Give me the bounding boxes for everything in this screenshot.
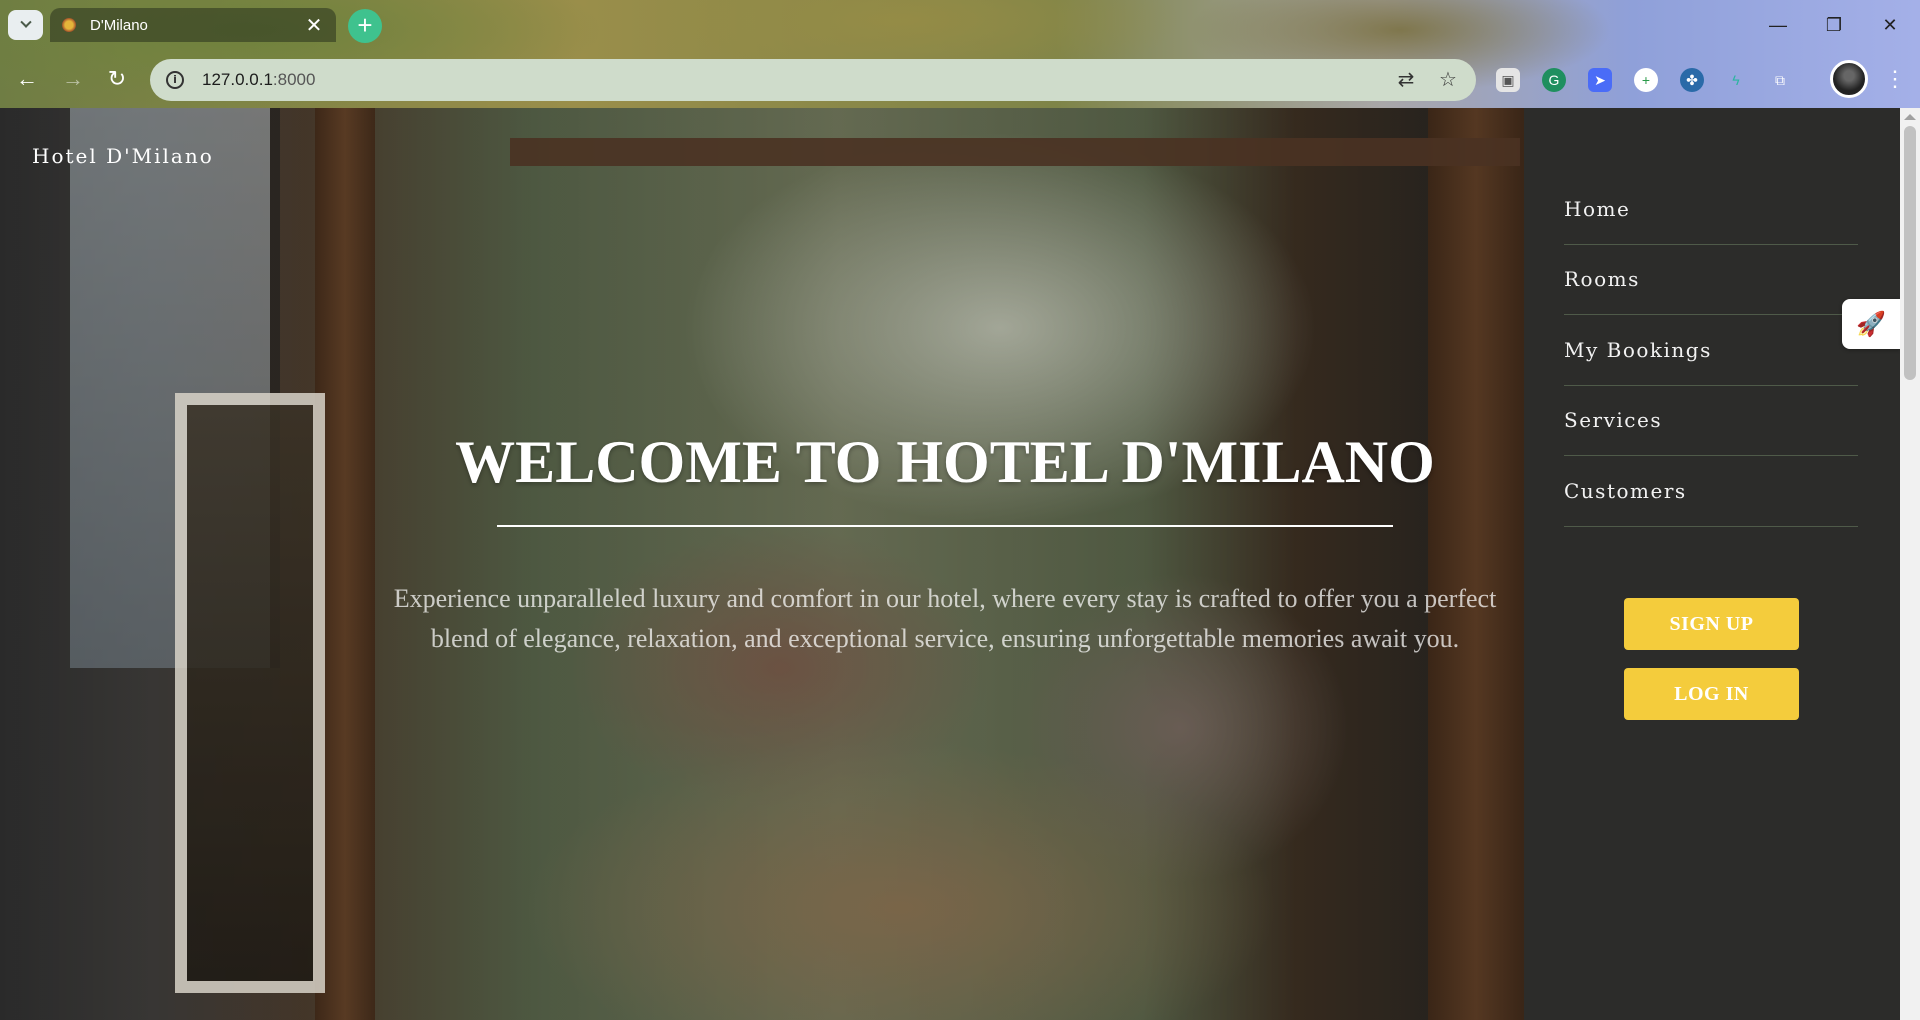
close-icon[interactable]: ✕ <box>304 13 324 38</box>
tab-title: D'Milano <box>90 16 148 34</box>
extension-puzzle-icon[interactable]: ▣ <box>1496 68 1520 92</box>
scroll-up-icon[interactable] <box>1904 114 1916 120</box>
nav-item-home[interactable]: Home <box>1564 174 1858 245</box>
reload-button[interactable]: ↻ <box>102 64 132 94</box>
back-button[interactable]: ← <box>12 64 42 94</box>
hero-content: WELCOME TO HOTEL D'MILANO Experience unp… <box>370 428 1520 659</box>
favicon-icon <box>62 18 76 32</box>
url-port: :8000 <box>272 70 316 89</box>
url-host: 127.0.0.1 <box>202 70 273 89</box>
forward-button[interactable]: → <box>58 64 88 94</box>
page-scrollbar[interactable] <box>1900 108 1920 1020</box>
browser-chrome: D'Milano ✕ + — ❐ ✕ ← → ↻ i 127.0.0.1:800… <box>0 0 1920 108</box>
nav-item-rooms[interactable]: Rooms <box>1564 245 1858 315</box>
browser-toolbar: ← → ↻ i 127.0.0.1:8000 ⇄ ☆ ▣ G ➤ + ✤ ϟ ⧉… <box>0 56 1920 104</box>
tab-dmilano[interactable]: D'Milano ✕ <box>50 8 336 42</box>
tab-search-button[interactable] <box>8 10 43 40</box>
minimize-button[interactable]: — <box>1750 10 1806 40</box>
nav-item-my-bookings[interactable]: My Bookings <box>1564 315 1858 386</box>
background-canopy-beam <box>510 138 1520 166</box>
background-mirror <box>175 393 325 993</box>
address-bar[interactable]: i 127.0.0.1:8000 ⇄ ☆ <box>150 59 1476 101</box>
extensions-icon[interactable]: ⧉ <box>1768 68 1792 92</box>
rocket-widget-icon[interactable]: 🚀 <box>1842 299 1900 349</box>
extension-bolt-icon[interactable]: ϟ <box>1724 68 1748 92</box>
bookmark-star-icon[interactable]: ☆ <box>1436 68 1460 92</box>
restore-button[interactable]: ❐ <box>1806 10 1862 40</box>
extension-arrow-icon[interactable]: ➤ <box>1588 68 1612 92</box>
url-text: 127.0.0.1:8000 <box>202 70 315 90</box>
more-options-icon[interactable]: ⋮ <box>1884 66 1906 92</box>
nav-item-customers[interactable]: Customers <box>1564 456 1858 527</box>
site-info-icon[interactable]: i <box>166 71 184 89</box>
scroll-thumb[interactable] <box>1904 126 1916 380</box>
log-in-button[interactable]: LOG IN <box>1624 668 1799 720</box>
hero-title: WELCOME TO HOTEL D'MILANO <box>455 429 1435 495</box>
sidebar: Home Rooms My Bookings Services Customer… <box>1524 108 1900 1020</box>
close-window-button[interactable]: ✕ <box>1862 10 1918 40</box>
hero-text: Experience unparalleled luxury and comfo… <box>393 584 1497 653</box>
sign-up-button[interactable]: SIGN UP <box>1624 598 1799 650</box>
grammarly-icon[interactable]: G <box>1542 68 1566 92</box>
new-tab-button[interactable]: + <box>348 9 382 43</box>
chevron-down-icon <box>19 16 32 28</box>
hero-divider <box>497 525 1393 527</box>
nav-list: Home Rooms My Bookings Services Customer… <box>1564 174 1858 527</box>
hero-section: Hotel D'Milano WELCOME TO HOTEL D'MILANO… <box>0 108 1524 1020</box>
extension-dots-icon[interactable]: ✤ <box>1680 68 1704 92</box>
tab-bar: D'Milano ✕ + — ❐ ✕ <box>0 0 1920 50</box>
translate-icon[interactable]: ⇄ <box>1394 68 1418 92</box>
profile-avatar[interactable] <box>1830 60 1868 98</box>
nav-item-services[interactable]: Services <box>1564 386 1858 456</box>
extension-plus-icon[interactable]: + <box>1634 68 1658 92</box>
web-page: Hotel D'Milano WELCOME TO HOTEL D'MILANO… <box>0 108 1920 1020</box>
site-logo[interactable]: Hotel D'Milano <box>32 144 214 168</box>
